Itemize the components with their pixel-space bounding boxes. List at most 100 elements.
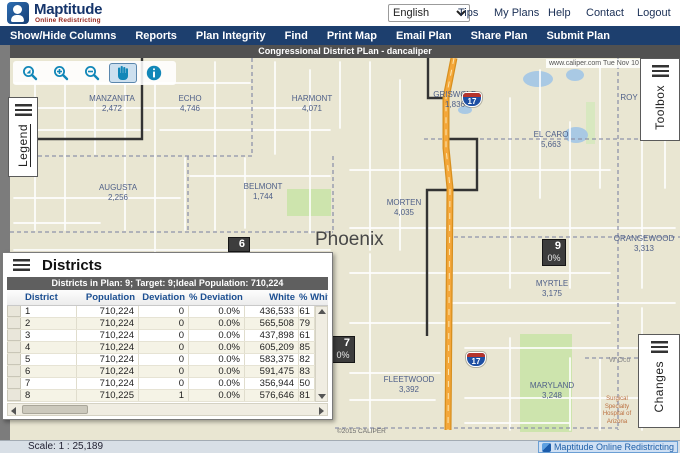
link-my-plans[interactable]: My Plans	[494, 7, 539, 19]
row-selector[interactable]	[7, 354, 21, 365]
maptitude-logo-icon	[7, 2, 29, 24]
area-label-orangewood: ORANGEWOOD3,313	[614, 234, 674, 253]
table-row[interactable]: 7 710,224 0 0.0% 356,944 50	[7, 378, 315, 390]
table-row[interactable]: 3 710,224 0 0.0% 437,898 61	[7, 330, 315, 342]
row-selector[interactable]	[7, 342, 21, 353]
area-label-morten: MORTEN4,035	[387, 198, 422, 217]
menu-bar: Show/Hide Columns Reports Plan Integrity…	[0, 26, 680, 45]
vertical-scrollbar[interactable]	[315, 306, 328, 402]
area-label-el-caro: EL CARO5,663	[534, 130, 569, 149]
column-population[interactable]: Population	[77, 290, 139, 305]
table-row[interactable]: 8 710,225 1 0.0% 576,646 81	[7, 390, 315, 402]
row-selector[interactable]	[7, 366, 21, 377]
table-row[interactable]: 6 710,224 0 0.0% 591,475 83	[7, 366, 315, 378]
maptitude-brand-badge[interactable]: Maptitude Online Redistricting	[538, 441, 678, 453]
map-scale: Scale: 1 : 25,189	[28, 441, 103, 453]
row-selector[interactable]	[7, 318, 21, 329]
logo-person-body	[11, 15, 24, 22]
toolbox-menu-icon[interactable]	[652, 65, 669, 77]
scrollbar-thumb[interactable]	[22, 405, 88, 414]
zoom-in-icon	[52, 64, 70, 82]
toolbox-panel[interactable]: Toolbox	[640, 58, 680, 141]
area-label-augusta: AUGUSTA2,256	[99, 183, 137, 202]
interstate-17-shield: 17	[462, 92, 482, 107]
menu-print-map[interactable]: Print Map	[327, 30, 377, 42]
brand-title: Maptitude	[34, 1, 102, 18]
area-label-roy: ROY	[620, 93, 637, 103]
menu-plan-integrity[interactable]: Plan Integrity	[196, 30, 266, 42]
area-label-maryland: MARYLAND3,248	[530, 381, 574, 400]
info-button[interactable]	[140, 63, 168, 83]
changes-panel-label[interactable]: Changes	[652, 361, 666, 413]
menu-show-hide-columns[interactable]: Show/Hide Columns	[10, 30, 116, 42]
map-copyright: ©2015 CALIPER	[337, 428, 386, 435]
pan-button[interactable]	[109, 63, 137, 83]
districts-panel: Districts Districts in Plan: 9; Target: …	[2, 252, 333, 420]
column-row-selector	[7, 290, 21, 305]
row-selector[interactable]	[7, 330, 21, 341]
map-watermark: www.caliper.com Tue Nov 10 11	[546, 59, 651, 68]
map-title: Congressional District PLan - dancaliper	[10, 45, 680, 58]
area-label-belmont: BELMONT1,744	[244, 182, 283, 201]
scroll-left-icon[interactable]	[11, 407, 16, 415]
status-bar: Scale: 1 : 25,189 Maptitude Online Redis…	[0, 440, 680, 453]
scroll-right-icon[interactable]	[319, 407, 324, 415]
menu-submit-plan[interactable]: Submit Plan	[546, 30, 610, 42]
menu-email-plan[interactable]: Email Plan	[396, 30, 452, 42]
horizontal-scrollbar[interactable]	[7, 403, 328, 416]
districts-summary-bar: Districts in Plan: 9; Target: 9;Ideal Po…	[7, 277, 328, 290]
city-label-phoenix: Phoenix	[315, 229, 384, 251]
logo-person-head	[13, 5, 22, 14]
changes-menu-icon[interactable]	[651, 341, 668, 353]
column-district[interactable]: District	[21, 290, 77, 305]
area-label-manzanita: MANZANITA2,472	[89, 94, 135, 113]
column-pct-deviation[interactable]: % Deviation	[189, 290, 245, 305]
link-logout[interactable]: Logout	[637, 7, 671, 19]
legend-panel[interactable]: Legend	[8, 97, 38, 177]
column-deviation[interactable]: Deviation	[139, 290, 189, 305]
menu-reports[interactable]: Reports	[135, 30, 177, 42]
changes-panel[interactable]: Changes	[638, 334, 680, 428]
column-pct-white[interactable]: % White	[299, 290, 328, 305]
zoom-in-button[interactable]	[47, 63, 75, 83]
district-marker-9[interactable]: 9 0%	[542, 239, 566, 266]
districts-menu-icon[interactable]	[13, 259, 30, 271]
toolbox-panel-label[interactable]: Toolbox	[653, 85, 667, 130]
zoom-out-button[interactable]	[78, 63, 106, 83]
table-row[interactable]: 2 710,224 0 0.0% 565,508 79	[7, 318, 315, 330]
area-label-echo: ECHO4,746	[178, 94, 201, 113]
district-marker-7[interactable]: 7 0%	[331, 336, 355, 363]
row-selector[interactable]	[7, 390, 21, 401]
maptitude-badge-icon	[542, 443, 551, 452]
menu-find[interactable]: Find	[285, 30, 308, 42]
info-icon	[145, 64, 163, 82]
street-label: W Oco	[609, 357, 630, 364]
table-row[interactable]: 4 710,224 0 0.0% 605,209 85	[7, 342, 315, 354]
zoom-extent-button[interactable]	[16, 63, 44, 83]
scroll-down-icon[interactable]	[318, 394, 326, 399]
column-white[interactable]: White	[245, 290, 299, 305]
district-marker-6[interactable]: 6	[228, 237, 250, 252]
scroll-up-icon[interactable]	[318, 309, 326, 314]
app-window: Maptitude Online Redistricting English T…	[0, 0, 680, 453]
area-label-myrtle: MYRTLE3,175	[536, 279, 568, 298]
row-selector[interactable]	[7, 306, 21, 317]
maptitude-badge-label: Maptitude Online Redistricting	[554, 442, 674, 452]
zoom-extent-icon	[21, 64, 39, 82]
menu-share-plan[interactable]: Share Plan	[471, 30, 528, 42]
districts-column-header: District Population Deviation % Deviatio…	[7, 290, 328, 306]
districts-table-body: 1 710,224 0 0.0% 436,533 61 2 710,224 0 …	[7, 306, 328, 402]
area-label-fleetwood: FLEETWOOD3,392	[384, 375, 435, 394]
districts-grid: 1 710,224 0 0.0% 436,533 61 2 710,224 0 …	[7, 306, 315, 402]
districts-panel-header: Districts	[3, 253, 332, 277]
legend-menu-icon[interactable]	[15, 104, 32, 116]
link-help[interactable]: Help	[548, 7, 571, 19]
map-toolbar	[13, 61, 176, 85]
legend-panel-label[interactable]: Legend	[16, 124, 30, 167]
table-row[interactable]: 1 710,224 0 0.0% 436,533 61	[7, 306, 315, 318]
pan-hand-icon	[115, 65, 131, 81]
link-contact[interactable]: Contact	[586, 7, 624, 19]
link-tips[interactable]: Tips	[458, 7, 478, 19]
row-selector[interactable]	[7, 378, 21, 389]
table-row[interactable]: 5 710,224 0 0.0% 583,375 82	[7, 354, 315, 366]
